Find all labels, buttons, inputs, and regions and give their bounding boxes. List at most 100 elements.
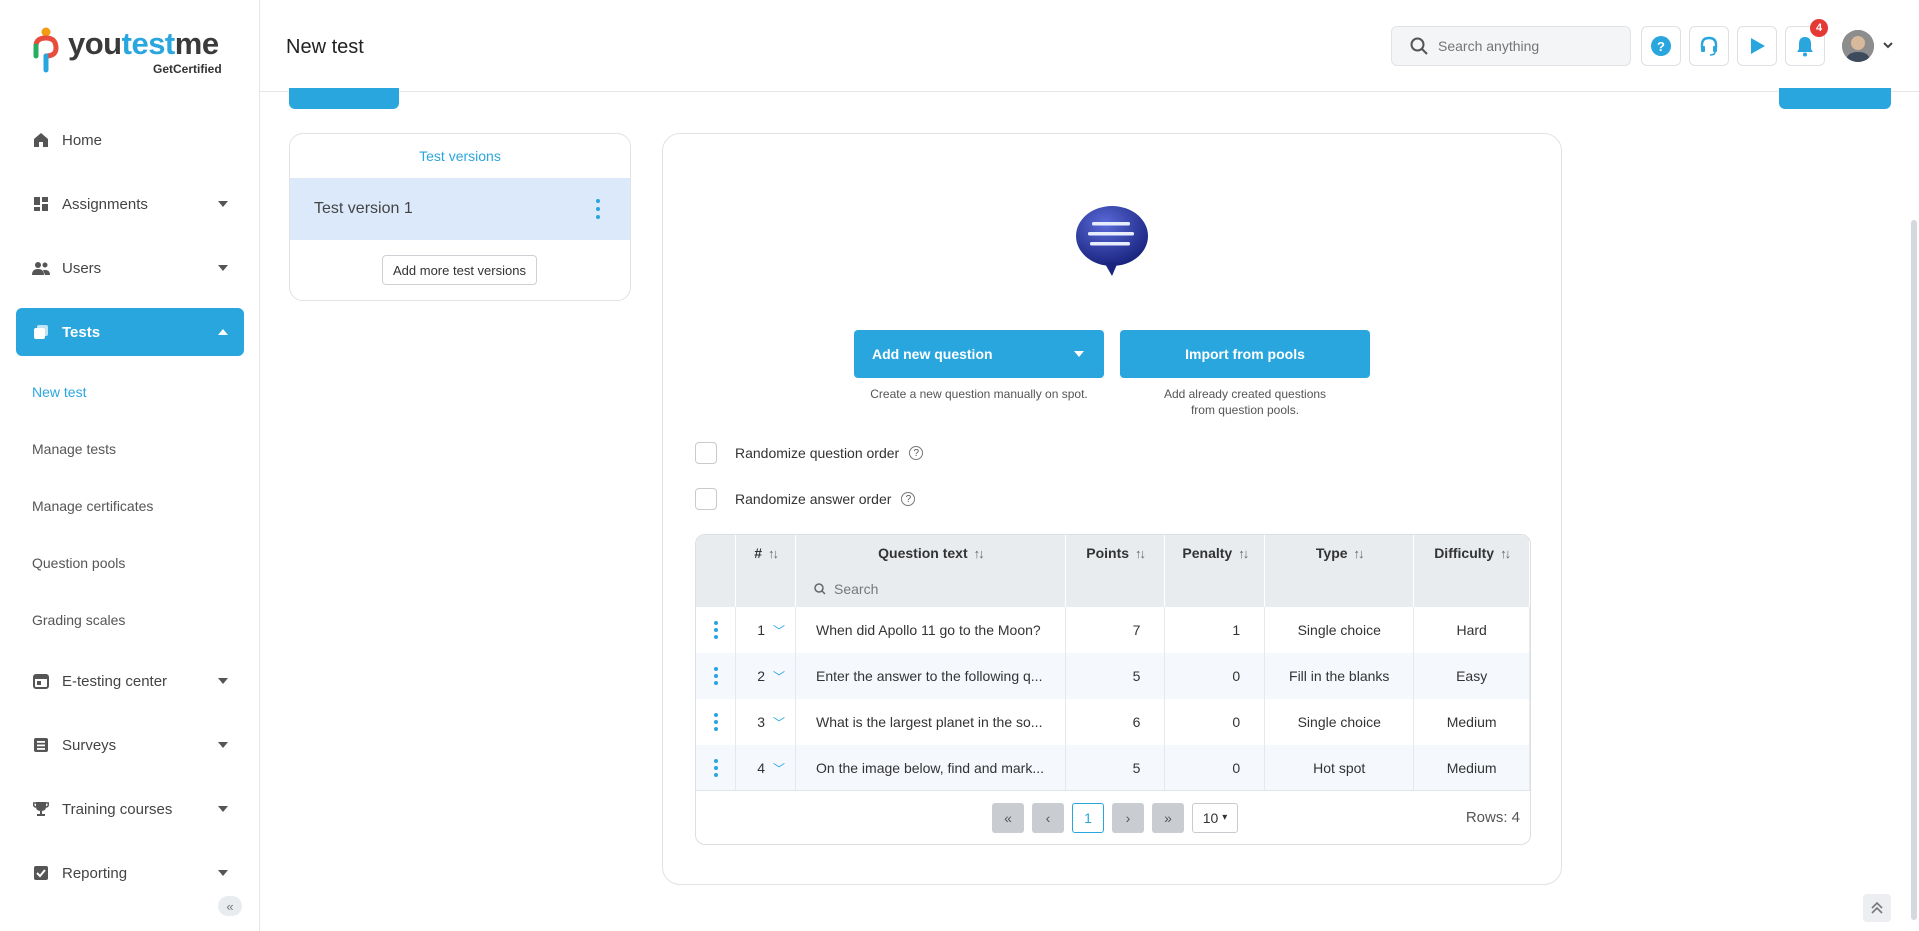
difficulty-cell: Medium — [1413, 745, 1530, 791]
difficulty-cell: Easy — [1413, 653, 1530, 699]
collapse-sidebar-button[interactable]: « — [218, 896, 242, 916]
test-version-item[interactable]: Test version 1 — [290, 178, 630, 240]
kebab-menu-icon[interactable] — [596, 199, 600, 219]
sidebar-item-home[interactable]: Home — [16, 116, 244, 164]
sidebar-subitem-grading-scales[interactable]: Grading scales — [16, 600, 244, 640]
sidebar-item-training-courses[interactable]: Training courses — [16, 785, 244, 833]
global-search[interactable] — [1391, 26, 1631, 66]
sidebar-item-surveys[interactable]: Surveys — [16, 721, 244, 769]
sidebar: youtestme GetCertified Home Assignments … — [0, 0, 260, 931]
row-menu-icon[interactable] — [696, 621, 735, 639]
add-more-versions-button[interactable]: Add more test versions — [382, 255, 537, 285]
row-menu-icon[interactable] — [696, 759, 735, 777]
difficulty-cell: Hard — [1413, 607, 1530, 653]
randomize-questions-label: Randomize question order — [735, 445, 900, 461]
back-button[interactable] — [289, 88, 399, 109]
sidebar-subitem-question-pools[interactable]: Question pools — [16, 543, 244, 583]
help-circle-icon[interactable]: ? — [909, 446, 924, 460]
logo-mark-icon — [33, 27, 59, 73]
dashboard-icon — [32, 195, 50, 213]
points-cell: 5 — [1065, 653, 1166, 699]
add-new-question-label: Add new question — [872, 346, 993, 362]
scroll-to-top-button[interactable] — [1863, 894, 1891, 922]
sidebar-item-label: Home — [62, 131, 103, 149]
table-row[interactable]: 4 ﹀ On the image below, find and mark... … — [696, 745, 1530, 791]
points-cell: 5 — [1065, 745, 1166, 791]
last-page-button[interactable]: » — [1152, 802, 1184, 833]
row-menu-icon[interactable] — [696, 713, 735, 731]
type-cell: Hot spot — [1264, 745, 1415, 791]
notifications-button[interactable]: 4 — [1785, 19, 1828, 66]
points-cell: 6 — [1065, 699, 1166, 745]
top-header: New test ? 4 — [260, 0, 1919, 92]
current-page-button[interactable]: 1 — [1072, 802, 1104, 833]
sidebar-item-reporting[interactable]: Reporting — [16, 849, 244, 897]
sidebar-item-e-testing-center[interactable]: E-testing center — [16, 657, 244, 705]
users-icon — [32, 259, 50, 277]
add-new-question-button[interactable]: Add new question — [854, 330, 1104, 378]
prev-page-button[interactable]: ‹ — [1032, 802, 1064, 833]
sidebar-item-assignments[interactable]: Assignments — [16, 180, 244, 228]
table-row[interactable]: 2 ﹀ Enter the answer to the following q..… — [696, 653, 1530, 699]
table-row[interactable]: 1 ﹀ When did Apollo 11 go to the Moon? 7 … — [696, 607, 1530, 653]
sidebar-subitem-manage-tests[interactable]: Manage tests — [16, 429, 244, 469]
chevron-down-icon[interactable] — [1882, 40, 1894, 50]
help-circle-icon[interactable]: ? — [901, 492, 916, 506]
next-button[interactable] — [1779, 88, 1891, 109]
double-chevron-up-icon — [1871, 901, 1883, 914]
sidebar-item-tests[interactable]: Tests — [16, 308, 244, 356]
column-header-difficulty[interactable]: Difficulty ↑↓ — [1413, 535, 1530, 571]
import-from-pools-button[interactable]: Import from pools — [1120, 330, 1370, 378]
sidebar-item-label: E-testing center — [62, 672, 168, 690]
help-icon: ? — [1651, 36, 1671, 56]
chevron-down-icon — [218, 201, 228, 207]
question-search-field[interactable]: Search — [795, 571, 1066, 607]
randomize-answers-checkbox[interactable] — [695, 488, 717, 510]
column-header-penalty[interactable]: Penalty ↑↓ — [1164, 535, 1266, 571]
help-button[interactable]: ? — [1641, 26, 1681, 66]
play-button[interactable] — [1737, 26, 1777, 66]
sort-icon: ↑↓ — [1238, 546, 1249, 561]
randomize-questions-checkbox[interactable] — [695, 442, 717, 464]
chevron-down-icon[interactable]: ﹀ — [773, 624, 785, 638]
penalty-cell: 1 — [1164, 607, 1266, 653]
chevron-down-icon — [218, 870, 228, 876]
penalty-cell: 0 — [1164, 653, 1266, 699]
avatar[interactable] — [1842, 30, 1874, 62]
logo[interactable]: youtestme GetCertified — [32, 24, 232, 80]
home-icon — [32, 131, 50, 149]
svg-text:?: ? — [1657, 39, 1665, 54]
column-header-number[interactable]: # ↑↓ — [735, 535, 796, 571]
column-actions — [696, 535, 737, 571]
column-header-question-text[interactable]: Question text ↑↓ — [795, 535, 1066, 571]
chevron-down-icon — [218, 806, 228, 812]
chevron-down-icon[interactable]: ﹀ — [773, 716, 785, 730]
sidebar-item-users[interactable]: Users — [16, 244, 244, 292]
table-row[interactable]: 3 ﹀ What is the largest planet in the so.… — [696, 699, 1530, 745]
type-cell: Single choice — [1264, 607, 1415, 653]
page-scrollbar[interactable] — [1911, 220, 1917, 920]
column-header-points[interactable]: Points ↑↓ — [1065, 535, 1166, 571]
sort-icon: ↑↓ — [1135, 546, 1146, 561]
next-page-button[interactable]: › — [1112, 802, 1144, 833]
search-input[interactable] — [1438, 38, 1618, 54]
sidebar-subitem-new-test[interactable]: New test — [16, 372, 244, 412]
sidebar-subitem-manage-certificates[interactable]: Manage certificates — [16, 486, 244, 526]
chevron-down-icon — [218, 742, 228, 748]
penalty-cell: 0 — [1164, 745, 1266, 791]
sidebar-item-label: Assignments — [62, 195, 148, 213]
sidebar-item-label: Surveys — [62, 736, 117, 754]
page-size-select[interactable]: 10 ▾ — [1192, 802, 1238, 833]
chevron-down-icon[interactable]: ﹀ — [773, 762, 785, 776]
support-button[interactable] — [1689, 26, 1729, 66]
chevron-down-icon — [1074, 351, 1084, 357]
column-header-type[interactable]: Type ↑↓ — [1264, 535, 1415, 571]
sort-icon: ↑↓ — [1353, 546, 1365, 561]
speech-bubble-icon — [1076, 206, 1148, 276]
first-page-button[interactable]: « — [992, 802, 1024, 833]
sort-icon: ↑↓ — [1500, 546, 1511, 561]
test-version-label: Test version 1 — [314, 200, 413, 217]
test-versions-panel: Test versions Test version 1 Add more te… — [289, 133, 631, 301]
row-menu-icon[interactable] — [696, 667, 735, 685]
chevron-down-icon[interactable]: ﹀ — [773, 670, 785, 684]
